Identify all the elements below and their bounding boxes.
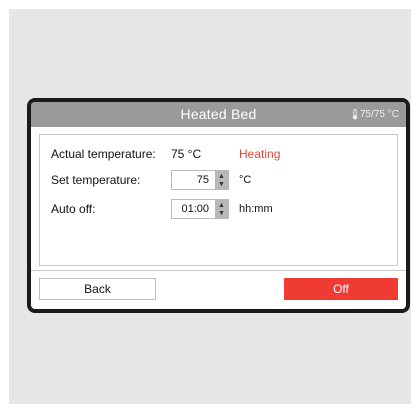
set-temperature-value[interactable]: 75 — [172, 171, 215, 189]
device-frame: Heated Bed 75/75 °C Actual temperature: … — [27, 98, 410, 313]
back-button[interactable]: Back — [39, 278, 156, 300]
footer-divider — [31, 270, 406, 271]
chevron-up-icon[interactable]: ▲ — [218, 173, 225, 180]
auto-off-label: Auto off: — [51, 202, 96, 216]
temperature-status: 75/75 °C — [352, 109, 399, 120]
auto-off-unit: hh:mm — [239, 203, 273, 215]
set-temperature-row: Set temperature: 75 ▲ ▼ °C — [40, 170, 397, 190]
auto-off-value[interactable]: 01:00 — [172, 200, 215, 218]
auto-off-spinner[interactable]: ▲ ▼ — [215, 200, 228, 218]
set-temperature-label: Set temperature: — [51, 173, 141, 187]
chevron-down-icon[interactable]: ▼ — [218, 181, 225, 188]
auto-off-row: Auto off: 01:00 ▲ ▼ hh:mm — [40, 199, 397, 219]
chevron-up-icon[interactable]: ▲ — [218, 202, 225, 209]
dialog-title: Heated Bed — [180, 106, 257, 122]
set-temperature-unit: °C — [239, 174, 252, 186]
off-button[interactable]: Off — [284, 278, 398, 300]
actual-temperature-row: Actual temperature: 75 °C Heating — [40, 144, 397, 164]
settings-panel: Actual temperature: 75 °C Heating Set te… — [39, 134, 398, 266]
chevron-down-icon[interactable]: ▼ — [218, 210, 225, 217]
actual-temperature-value: 75 °C — [171, 147, 202, 161]
heating-status: Heating — [239, 147, 281, 161]
heated-bed-dialog: Heated Bed 75/75 °C Actual temperature: … — [31, 102, 406, 309]
actual-temperature-label: Actual temperature: — [51, 147, 156, 161]
thermometer-icon — [352, 109, 358, 120]
title-bar: Heated Bed 75/75 °C — [31, 102, 406, 127]
auto-off-stepper[interactable]: 01:00 ▲ ▼ — [171, 199, 229, 219]
set-temperature-stepper[interactable]: 75 ▲ ▼ — [171, 170, 229, 190]
set-temperature-spinner[interactable]: ▲ ▼ — [215, 171, 228, 189]
temperature-status-text: 75/75 °C — [359, 109, 399, 120]
